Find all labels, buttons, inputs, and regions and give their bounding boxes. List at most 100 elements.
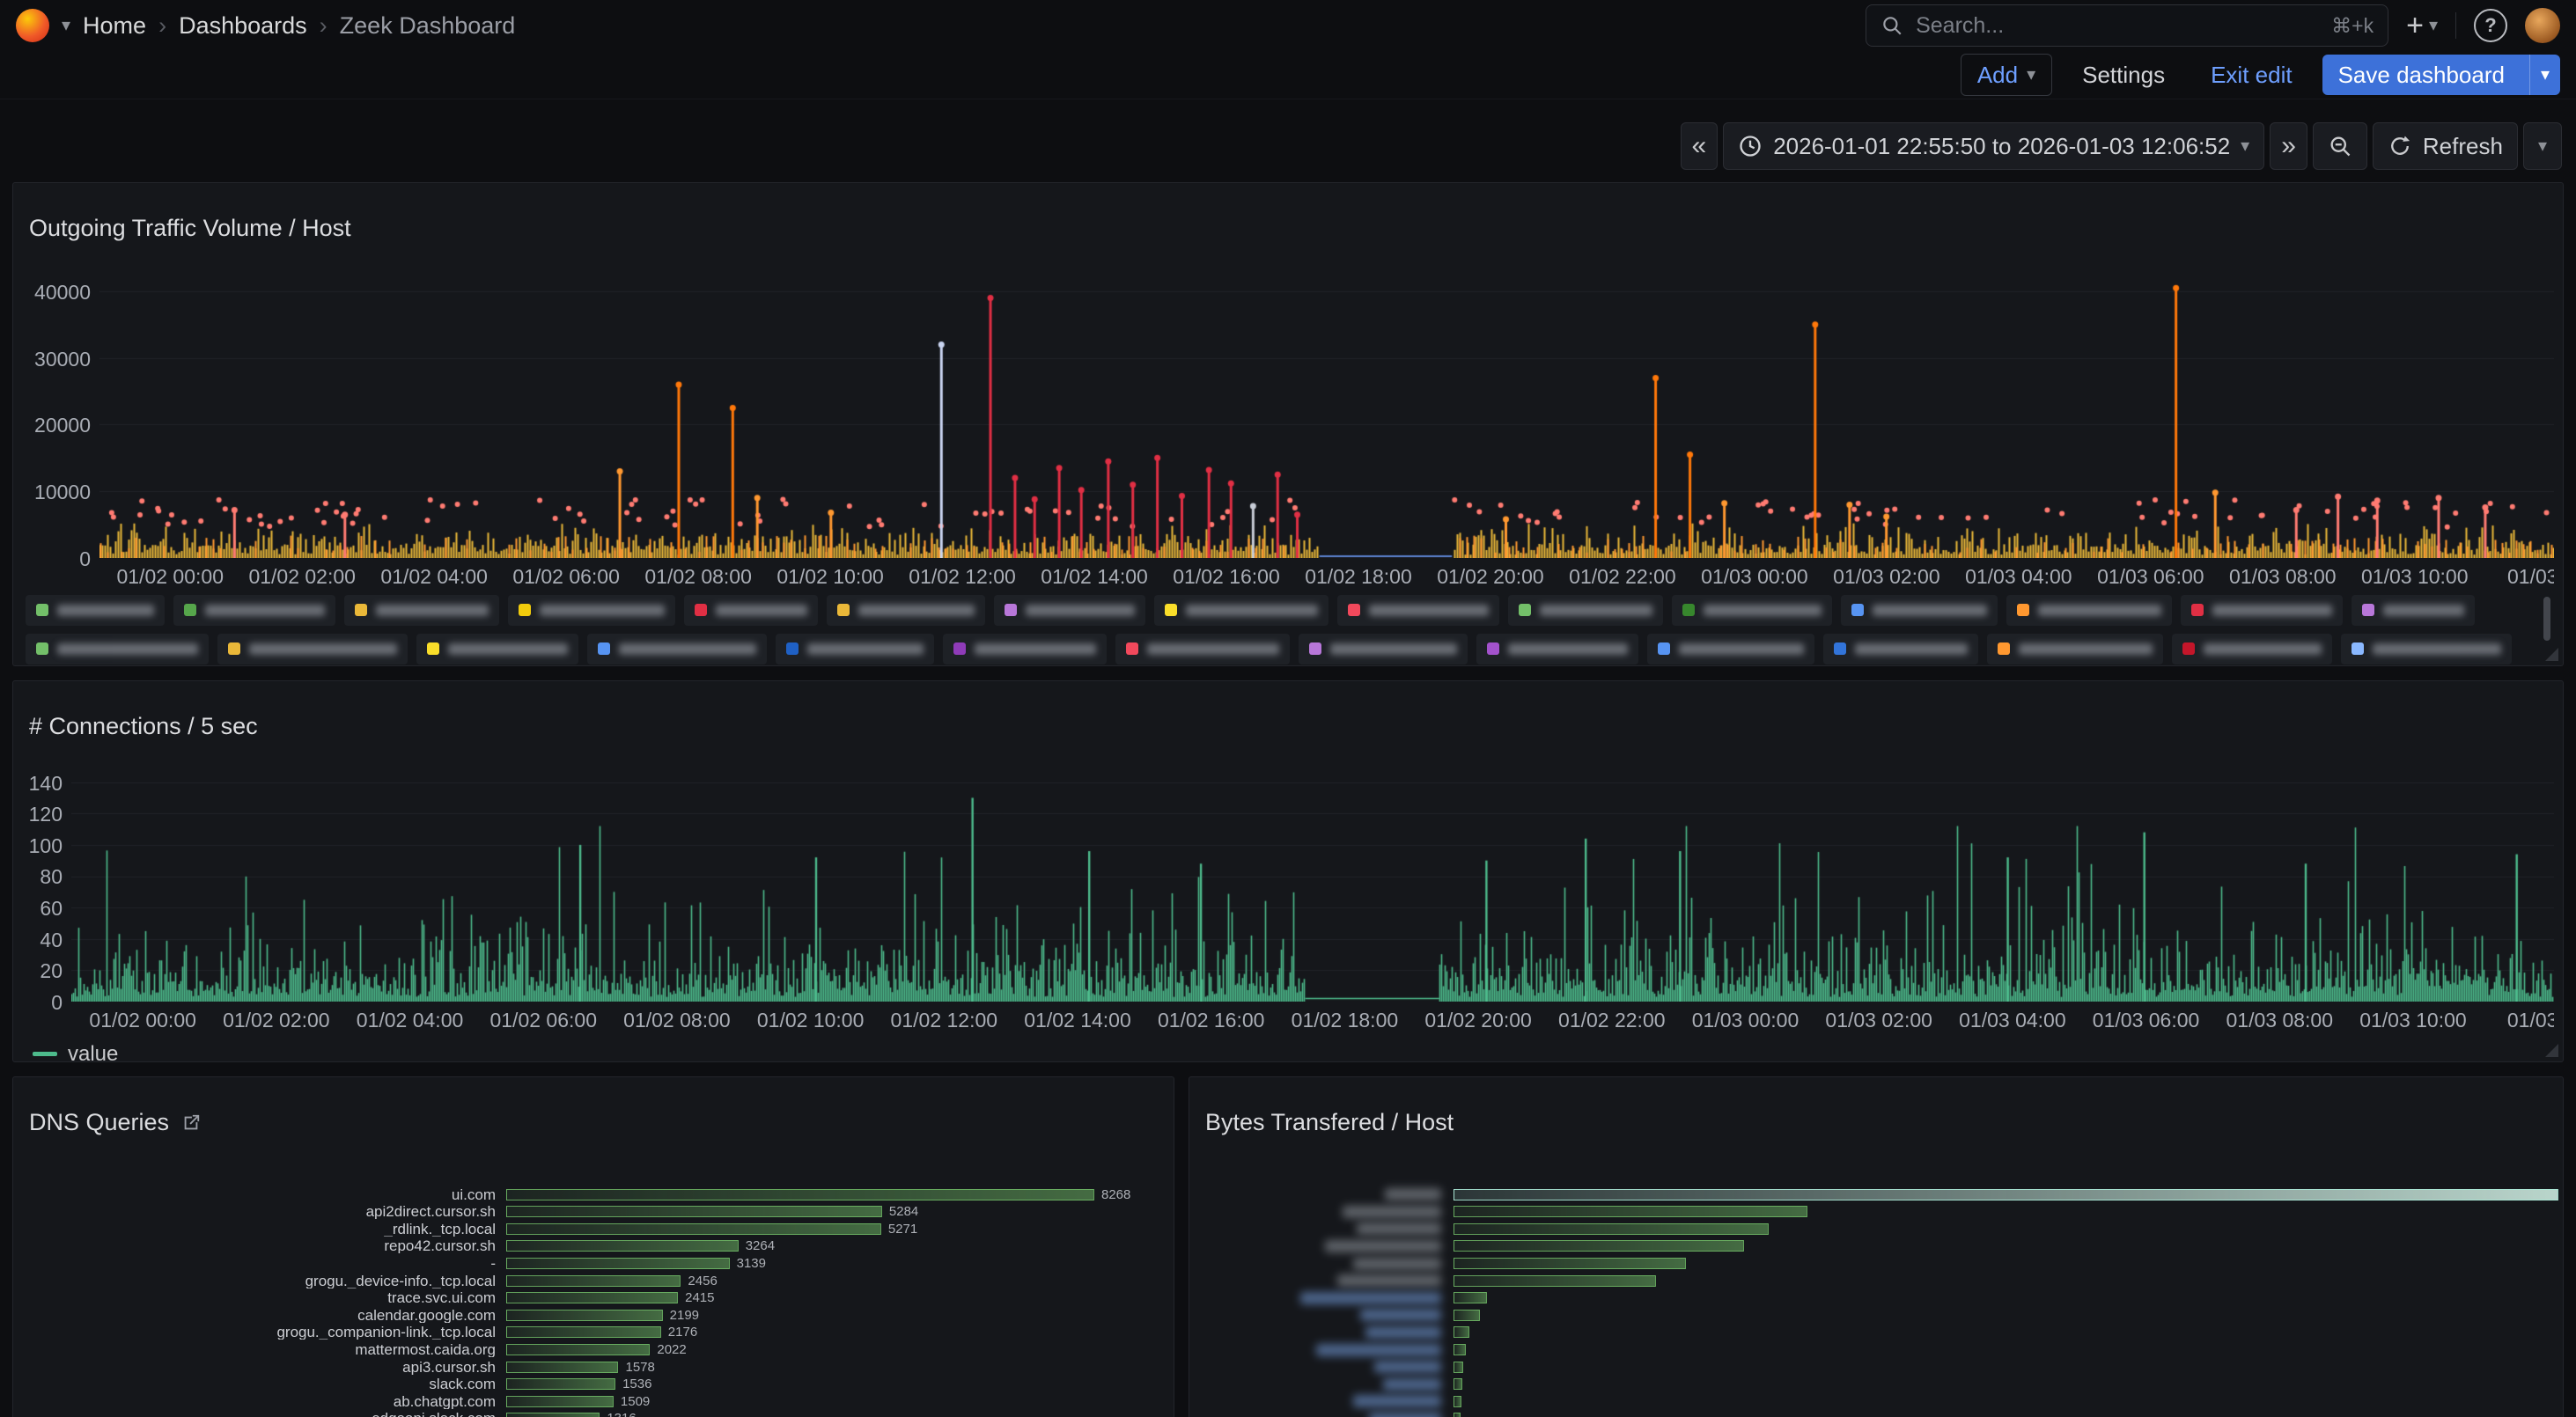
- bytes-host-label-redacted: [1365, 1326, 1441, 1339]
- legend-item-redacted[interactable]: [26, 634, 209, 664]
- legend-label-redacted: [376, 605, 489, 616]
- panel-title[interactable]: Outgoing Traffic Volume / Host: [13, 202, 2563, 242]
- legend-item-redacted[interactable]: [1154, 595, 1328, 626]
- refresh-button[interactable]: Refresh: [2373, 122, 2518, 170]
- dns-query-label: trace.svc.ui.com: [13, 1290, 506, 1305]
- breadcrumb-separator: ›: [158, 12, 166, 40]
- panel-title[interactable]: # Connections / 5 sec: [13, 701, 2563, 740]
- legend-item-redacted[interactable]: [508, 595, 675, 626]
- legend-item-redacted[interactable]: [1987, 634, 2163, 664]
- search-input[interactable]: [1914, 12, 2321, 40]
- legend-label-redacted: [57, 643, 198, 655]
- traffic-legend: [26, 595, 2550, 666]
- breadcrumb-item[interactable]: Zeek Dashboard: [340, 12, 516, 40]
- refresh-interval-caret[interactable]: ▾: [2523, 122, 2562, 170]
- x-tick-label: 01/02 10:00: [776, 565, 884, 588]
- legend-item-redacted[interactable]: [776, 634, 934, 664]
- legend-color-swatch: [36, 642, 48, 655]
- legend-color-swatch: [1658, 642, 1670, 655]
- panel-title[interactable]: DNS Queries: [13, 1097, 1174, 1136]
- dns-row: calendar.google.com2199: [13, 1307, 1174, 1325]
- legend-item-redacted[interactable]: [587, 634, 767, 664]
- legend-color-swatch: [2017, 604, 2029, 616]
- dns-query-count: 2199: [670, 1309, 699, 1322]
- legend-item-redacted[interactable]: [684, 595, 818, 626]
- x-tick-label: 01/02 14:00: [1024, 1009, 1131, 1032]
- bytes-bar: [1454, 1310, 1480, 1321]
- legend-item-redacted[interactable]: [2172, 634, 2332, 664]
- settings-button[interactable]: Settings: [2066, 55, 2181, 95]
- dns-bar: [506, 1275, 681, 1287]
- legend-item-redacted[interactable]: [994, 595, 1145, 626]
- time-shift-forward-button[interactable]: »: [2270, 122, 2307, 170]
- legend-item-redacted[interactable]: [1299, 634, 1468, 664]
- x-tick-label: 01/02 18:00: [1292, 1009, 1399, 1032]
- legend-item-redacted[interactable]: [1115, 634, 1290, 664]
- legend-item-redacted[interactable]: [1508, 595, 1663, 626]
- avatar[interactable]: [2525, 8, 2560, 43]
- bytes-bar: [1454, 1258, 1686, 1269]
- y-tick-label: 30000: [34, 348, 91, 371]
- legend-color-swatch: [519, 604, 531, 616]
- connections-timeseries-canvas[interactable]: [71, 773, 2554, 1002]
- panel-title[interactable]: Bytes Transfered / Host: [1189, 1097, 2563, 1136]
- legend-item-redacted[interactable]: [416, 634, 578, 664]
- legend-color-swatch: [786, 642, 799, 655]
- bytes-bar: [1454, 1362, 1463, 1373]
- x-tick-label: 01/02 08:00: [623, 1009, 731, 1032]
- legend-label-redacted: [2204, 643, 2322, 655]
- new-menu-button[interactable]: + ▾: [2406, 9, 2438, 43]
- search-bar[interactable]: ⌘+k: [1866, 4, 2388, 47]
- legend-item-redacted[interactable]: [2341, 634, 2512, 664]
- bytes-row: [1189, 1341, 2563, 1359]
- legend-item-redacted[interactable]: [1672, 595, 1832, 626]
- legend-item-redacted[interactable]: [2006, 595, 2172, 626]
- legend-item-redacted[interactable]: [217, 634, 408, 664]
- legend-color-swatch: [598, 642, 610, 655]
- legend-item-redacted[interactable]: [1647, 634, 1814, 664]
- chevron-down-icon: ▾: [2429, 17, 2438, 34]
- traffic-timeseries-canvas[interactable]: [99, 275, 2554, 558]
- legend-label-redacted: [1186, 605, 1318, 616]
- save-dashboard-button[interactable]: Save dashboard ▾: [2322, 55, 2560, 95]
- grafana-logo-icon[interactable]: [16, 9, 49, 42]
- legend-scrollbar[interactable]: [2543, 597, 2550, 641]
- legend-color-swatch: [355, 604, 367, 616]
- legend-item-redacted[interactable]: [173, 595, 335, 626]
- zoom-out-button[interactable]: [2313, 122, 2367, 170]
- time-shift-back-button[interactable]: «: [1681, 122, 1719, 170]
- legend-color-swatch: [1165, 604, 1177, 616]
- add-button[interactable]: Add ▾: [1961, 54, 2052, 96]
- dns-query-label: ab.chatgpt.com: [13, 1394, 506, 1409]
- legend-item-redacted[interactable]: [1823, 634, 1978, 664]
- dns-row: api3.cursor.sh1578: [13, 1358, 1174, 1376]
- exit-edit-button[interactable]: Exit edit: [2195, 55, 2308, 95]
- breadcrumb-item[interactable]: Home: [83, 12, 146, 40]
- panel-resize-handle[interactable]: [2545, 1044, 2558, 1057]
- legend-item-redacted[interactable]: [827, 595, 985, 626]
- legend-item-redacted[interactable]: [943, 634, 1107, 664]
- x-tick-label: 01/03 06:00: [2093, 1009, 2200, 1032]
- legend-color-swatch: [1998, 642, 2010, 655]
- legend-item-redacted[interactable]: [1337, 595, 1499, 626]
- dns-row: grogu._companion-link._tcp.local2176: [13, 1324, 1174, 1341]
- legend-item-redacted[interactable]: [26, 595, 165, 626]
- legend-label-redacted: [975, 643, 1096, 655]
- legend-item-redacted[interactable]: [1476, 634, 1638, 664]
- time-range-picker[interactable]: 2026-01-01 22:55:50 to 2026-01-03 12:06:…: [1723, 122, 2264, 170]
- external-link-icon[interactable]: [181, 1113, 201, 1133]
- legend-item-redacted[interactable]: [2181, 595, 2343, 626]
- legend-item-redacted[interactable]: [1841, 595, 1998, 626]
- y-tick-label: 80: [40, 865, 63, 889]
- legend-item-redacted[interactable]: [2352, 595, 2475, 626]
- breadcrumb-item[interactable]: Dashboards: [179, 12, 307, 40]
- help-icon[interactable]: ?: [2474, 9, 2507, 42]
- bytes-row: [1189, 1307, 2563, 1325]
- save-dashboard-caret[interactable]: ▾: [2529, 55, 2560, 95]
- legend-item-redacted[interactable]: [344, 595, 499, 626]
- x-tick-label: 01/02 02:00: [223, 1009, 330, 1032]
- org-switcher-chevron-down-icon[interactable]: ▾: [62, 17, 70, 34]
- exit-edit-button-label: Exit edit: [2211, 62, 2293, 89]
- panel-resize-handle[interactable]: [2545, 648, 2558, 661]
- legend-series-label[interactable]: value: [68, 1042, 118, 1062]
